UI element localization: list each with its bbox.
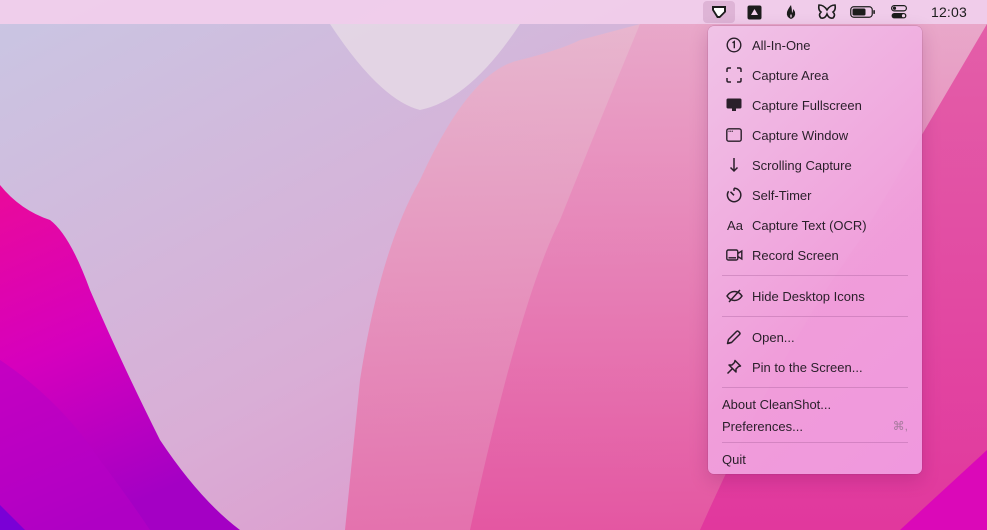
menu-item-open[interactable]: Open... (708, 325, 922, 349)
menu-separator (722, 275, 908, 276)
video-camera-icon (724, 245, 744, 265)
menu-item-label: Record Screen (752, 247, 839, 263)
pin-icon (724, 357, 744, 377)
menu-item-label: Capture Area (752, 67, 829, 83)
circled-one-icon (724, 35, 744, 55)
pencil-icon (724, 327, 744, 347)
menu-separator (722, 316, 908, 317)
menu-item-quit[interactable]: Quit (708, 447, 922, 471)
menu-item-label: All-In-One (752, 37, 811, 53)
arrow-down-icon (724, 155, 744, 175)
menu-item-label: Capture Fullscreen (752, 97, 862, 113)
cleanshot-icon[interactable] (702, 1, 735, 23)
menu-item-capture-text-ocr[interactable]: Aa Capture Text (OCR) (708, 213, 922, 237)
menu-item-record-screen[interactable]: Record Screen (708, 243, 922, 267)
flame-icon[interactable] (775, 1, 807, 23)
battery-icon[interactable] (847, 1, 879, 23)
menu-separator (722, 387, 908, 388)
menu-bar-clock[interactable]: 12:03 (919, 1, 985, 23)
menu-item-label: Capture Window (752, 127, 849, 143)
window-icon (724, 125, 744, 145)
menu-item-all-in-one[interactable]: All-In-One (708, 33, 922, 57)
drive-icon[interactable] (739, 1, 771, 23)
menu-item-pin-to-screen[interactable]: Pin to the Screen... (708, 355, 922, 379)
menu-separator (722, 442, 908, 443)
timer-icon (724, 185, 744, 205)
butterfly-icon[interactable] (811, 1, 843, 23)
menu-item-label: Scrolling Capture (752, 157, 852, 173)
menu-item-label: Quit (722, 451, 746, 467)
menu-item-label: Self-Timer (752, 187, 812, 203)
menu-item-label: Open... (752, 329, 795, 345)
menu-item-capture-window[interactable]: Capture Window (708, 123, 922, 147)
menu-item-hide-desktop-icons[interactable]: Hide Desktop Icons (708, 284, 922, 308)
text-aa-icon: Aa (727, 217, 743, 233)
keyboard-shortcut: ⌘, (892, 419, 908, 433)
menu-item-label: About CleanShot... (722, 396, 832, 412)
display-icon (724, 95, 744, 115)
menu-item-self-timer[interactable]: Self-Timer (708, 183, 922, 207)
eye-slash-icon (724, 286, 744, 306)
menu-item-capture-fullscreen[interactable]: Capture Fullscreen (708, 93, 922, 117)
menu-item-label: Hide Desktop Icons (752, 288, 865, 304)
menu-item-label: Pin to the Screen... (752, 359, 863, 375)
cleanshot-dropdown-menu: All-In-One Capture Area Capture Fullscre… (708, 26, 922, 474)
menu-item-capture-area[interactable]: Capture Area (708, 63, 922, 87)
menu-item-scrolling-capture[interactable]: Scrolling Capture (708, 153, 922, 177)
capture-area-icon (724, 65, 744, 85)
control-center-icon[interactable] (883, 1, 915, 23)
menu-item-label: Preferences... (722, 418, 803, 434)
menu-item-label: Capture Text (OCR) (752, 217, 867, 233)
menu-item-about[interactable]: About CleanShot... (708, 392, 922, 416)
menu-bar: 12:03 (0, 0, 987, 24)
menu-item-preferences[interactable]: Preferences... ⌘, (708, 414, 922, 438)
